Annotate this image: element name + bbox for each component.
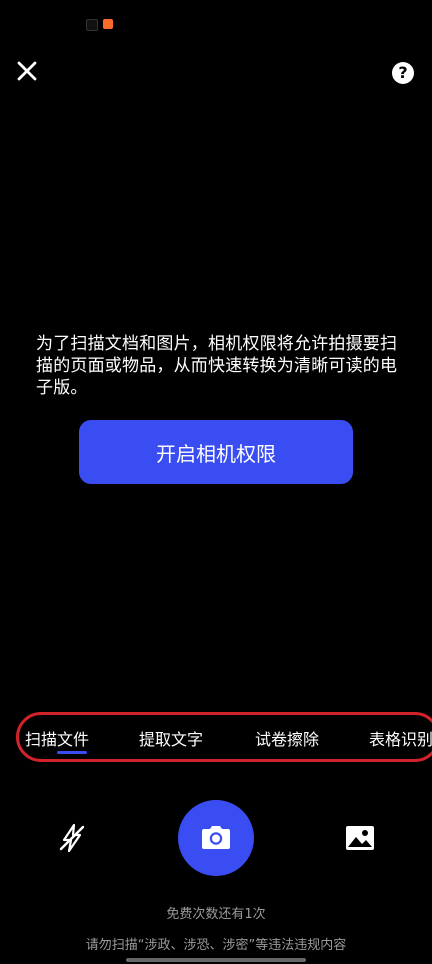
camera-icon xyxy=(202,826,230,849)
permission-message: 为了扫描文档和图片，相机权限将允许拍摄要扫描的页面或物品，从而快速转换为清晰可读… xyxy=(36,334,398,398)
tab-label: 表格识别 xyxy=(369,730,432,749)
tab-table-recognition[interactable]: 表格识别 xyxy=(369,726,432,750)
free-usage-count: 免费次数还有1次 xyxy=(166,907,266,922)
help-icon: ? xyxy=(398,63,408,82)
app-notification-icon xyxy=(103,19,113,29)
status-bar xyxy=(0,0,432,44)
tab-label: 试卷擦除 xyxy=(255,730,320,749)
enable-camera-permission-label: 开启相机权限 xyxy=(156,441,276,466)
tab-erase-exam[interactable]: 试卷擦除 xyxy=(255,726,319,750)
tab-extract-text[interactable]: 提取文字 xyxy=(139,726,203,750)
content-warning: 请勿扫描“涉政、涉恐、涉密”等违法违规内容 xyxy=(85,938,347,953)
image-gallery-icon xyxy=(346,826,374,850)
home-indicator xyxy=(126,958,306,962)
active-tab-indicator xyxy=(57,751,87,754)
mode-tabs: 扫描文件 提取文字 试卷擦除 表格识别 xyxy=(16,712,432,762)
tab-scan-document[interactable]: 扫描文件 xyxy=(25,726,89,750)
shutter-button[interactable] xyxy=(178,800,254,876)
tab-label: 扫描文件 xyxy=(25,730,90,749)
close-button[interactable] xyxy=(13,57,41,85)
tab-label: 提取文字 xyxy=(139,730,204,749)
flash-off-icon xyxy=(59,823,85,853)
enable-camera-permission-button[interactable]: 开启相机权限 xyxy=(79,420,353,484)
gallery-button[interactable] xyxy=(344,822,376,854)
close-icon xyxy=(17,61,37,81)
help-button[interactable]: ? xyxy=(392,62,414,84)
flash-button[interactable] xyxy=(56,822,88,854)
tiktok-icon xyxy=(86,19,98,31)
